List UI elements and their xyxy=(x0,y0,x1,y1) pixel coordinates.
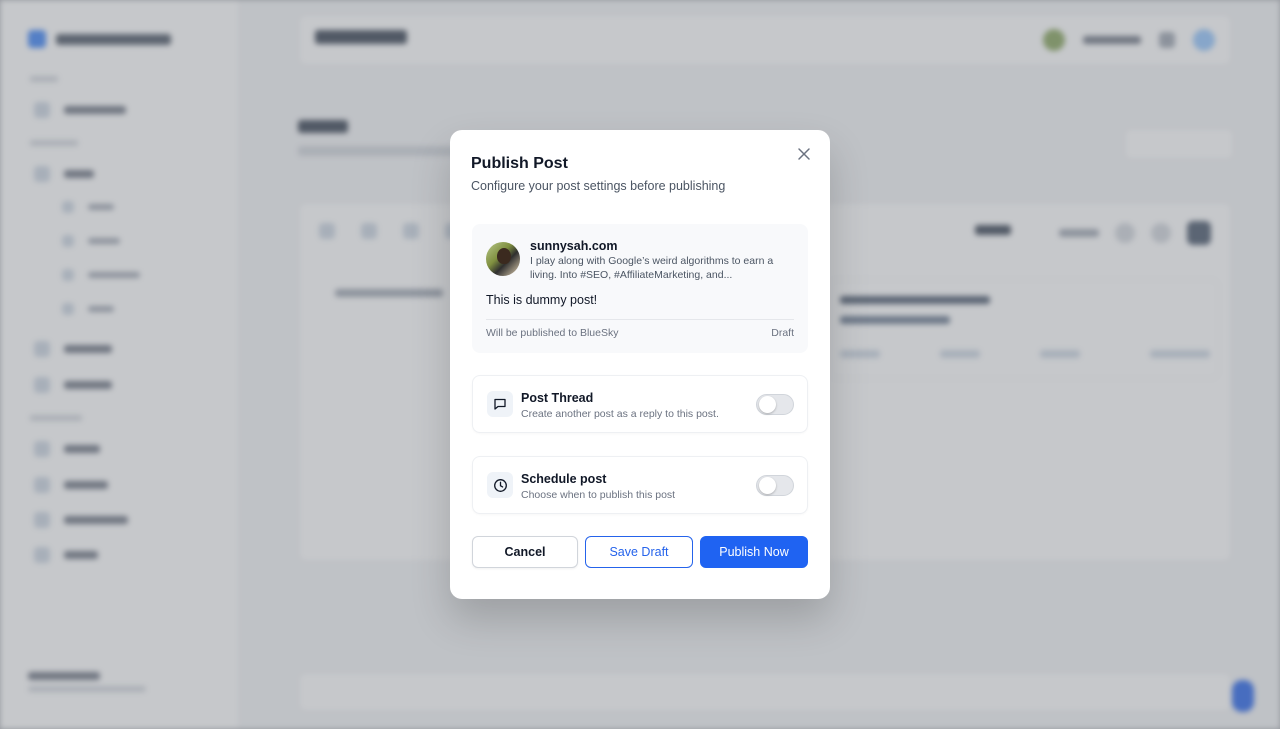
cancel-button[interactable]: Cancel xyxy=(472,536,578,568)
message-square-icon xyxy=(487,391,513,417)
account-name: sunnysah.com xyxy=(530,239,618,253)
post-thread-description: Create another post as a reply to this p… xyxy=(521,408,719,420)
post-thread-toggle[interactable] xyxy=(756,394,794,415)
modal-title: Publish Post xyxy=(471,155,568,172)
publish-post-modal: Publish Post Configure your post setting… xyxy=(450,130,830,599)
account-bio: I play along with Google’s weird algorit… xyxy=(530,255,774,281)
post-thread-option: Post Thread Create another post as a rep… xyxy=(472,375,808,433)
post-text: This is dummy post! xyxy=(486,293,598,307)
modal-actions: Cancel Save Draft Publish Now xyxy=(472,536,808,568)
publish-now-button[interactable]: Publish Now xyxy=(700,536,808,568)
divider xyxy=(486,319,794,320)
schedule-post-toggle[interactable] xyxy=(756,475,794,496)
save-draft-button[interactable]: Save Draft xyxy=(585,536,693,568)
modal-description: Configure your post settings before publ… xyxy=(471,179,726,193)
toggle-knob xyxy=(759,396,776,413)
post-preview-card: sunnysah.com I play along with Google’s … xyxy=(472,224,808,353)
close-icon xyxy=(798,148,810,160)
schedule-post-title: Schedule post xyxy=(521,472,607,486)
status-badge: Draft xyxy=(771,327,794,339)
publish-target: Will be published to BlueSky xyxy=(486,327,619,339)
close-button[interactable] xyxy=(794,144,814,164)
post-thread-title: Post Thread xyxy=(521,391,594,405)
clock-icon xyxy=(487,472,513,498)
schedule-post-option: Schedule post Choose when to publish thi… xyxy=(472,456,808,514)
toggle-knob xyxy=(759,477,776,494)
avatar xyxy=(486,242,520,276)
schedule-post-description: Choose when to publish this post xyxy=(521,489,676,501)
